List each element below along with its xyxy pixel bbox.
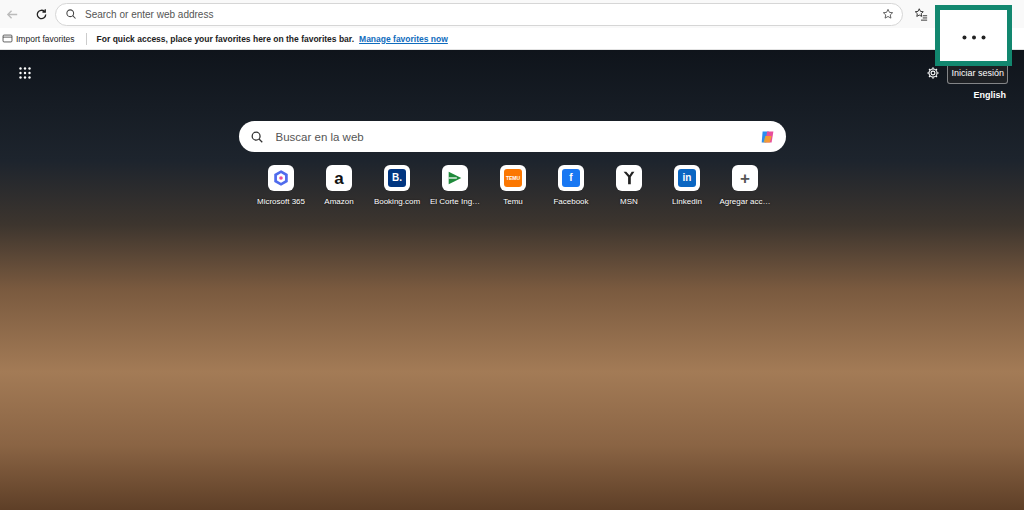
quick-link-label: Linkedin	[672, 197, 702, 206]
quick-link-label: MSN	[620, 197, 638, 206]
quick-links: Microsoft 365 a Amazon B. Booking.com El Cort…	[250, 165, 774, 206]
copilot-icon[interactable]	[759, 128, 777, 146]
quick-link[interactable]: El Corte Ing…	[426, 165, 484, 206]
gear-icon[interactable]	[926, 66, 940, 80]
quick-link-tile	[442, 165, 468, 191]
microsoft-365-icon	[272, 169, 290, 187]
language-link[interactable]: English	[973, 90, 1008, 100]
browser-window: Search or enter web address Import favori…	[0, 0, 1024, 510]
quick-link-label: Booking.com	[374, 197, 420, 206]
new-tab-page: Iniciar sesiónEnglish Buscar en la web Mic…	[0, 50, 1024, 510]
quick-link-label: Facebook	[553, 197, 588, 206]
apps-grid-icon[interactable]	[19, 67, 31, 79]
logo-icon: f	[562, 169, 580, 187]
web-search-box[interactable]: Buscar en la web	[239, 121, 786, 152]
import-favorites[interactable]: Import favorites	[16, 34, 75, 44]
search-icon	[250, 130, 264, 144]
quick-link[interactable]: + Agregar acc…	[716, 165, 774, 206]
quick-link-tile: f	[558, 165, 584, 191]
star-icon[interactable]	[882, 8, 894, 20]
quick-link-label: El Corte Ing…	[430, 197, 480, 206]
favorites-icon[interactable]	[914, 7, 928, 21]
search-placeholder: Buscar en la web	[276, 131, 747, 143]
quick-link-label: Agregar acc…	[719, 197, 770, 206]
quick-link-tile	[268, 165, 294, 191]
search-icon	[65, 8, 77, 20]
quick-link-tile: TEMU	[500, 165, 526, 191]
header-actions: Iniciar sesiónEnglish	[926, 62, 1008, 100]
quick-link[interactable]: in Linkedin	[658, 165, 716, 206]
quick-link[interactable]: TEMU Temu	[484, 165, 542, 206]
favorites-bar: Import favorites For quick access, place …	[0, 28, 1024, 50]
address-bar[interactable]: Search or enter web address	[55, 3, 903, 26]
toolbar: Search or enter web address	[0, 0, 1024, 28]
logo-icon: +	[740, 170, 750, 187]
refresh-icon[interactable]	[34, 7, 49, 22]
separator	[86, 33, 87, 45]
page-header: Iniciar sesiónEnglish	[0, 62, 1024, 102]
import-icon	[2, 33, 13, 44]
quick-link-tile	[616, 165, 642, 191]
quick-link-tile: a	[326, 165, 352, 191]
quick-link[interactable]: MSN	[600, 165, 658, 206]
logo-icon: TEMU	[504, 169, 522, 187]
logo-icon: a	[334, 170, 343, 187]
quick-link-tile: +	[732, 165, 758, 191]
quick-link-label: Microsoft 365	[257, 197, 305, 206]
logo-icon: in	[678, 169, 696, 187]
more-dots-icon	[961, 34, 987, 41]
logo-icon: B.	[388, 169, 406, 187]
quick-link-label: Temu	[503, 197, 523, 206]
quick-link-tile: B.	[384, 165, 410, 191]
quick-link-label: Amazon	[324, 197, 353, 206]
el-corte-ingles-icon	[446, 169, 464, 187]
quick-link[interactable]: B. Booking.com	[368, 165, 426, 206]
msn-icon	[620, 169, 638, 187]
manage-favorites-link[interactable]: Manage favorites now	[359, 34, 448, 44]
quick-link[interactable]: Microsoft 365	[252, 165, 310, 206]
quick-link[interactable]: f Facebook	[542, 165, 600, 206]
settings-menu-button[interactable]	[935, 5, 1012, 66]
quick-link[interactable]: a Amazon	[310, 165, 368, 206]
back-arrow-icon[interactable]	[5, 7, 20, 22]
address-placeholder: Search or enter web address	[85, 9, 874, 20]
quick-link-tile: in	[674, 165, 700, 191]
favorites-hint: For quick access, place your favorites h…	[97, 34, 354, 44]
